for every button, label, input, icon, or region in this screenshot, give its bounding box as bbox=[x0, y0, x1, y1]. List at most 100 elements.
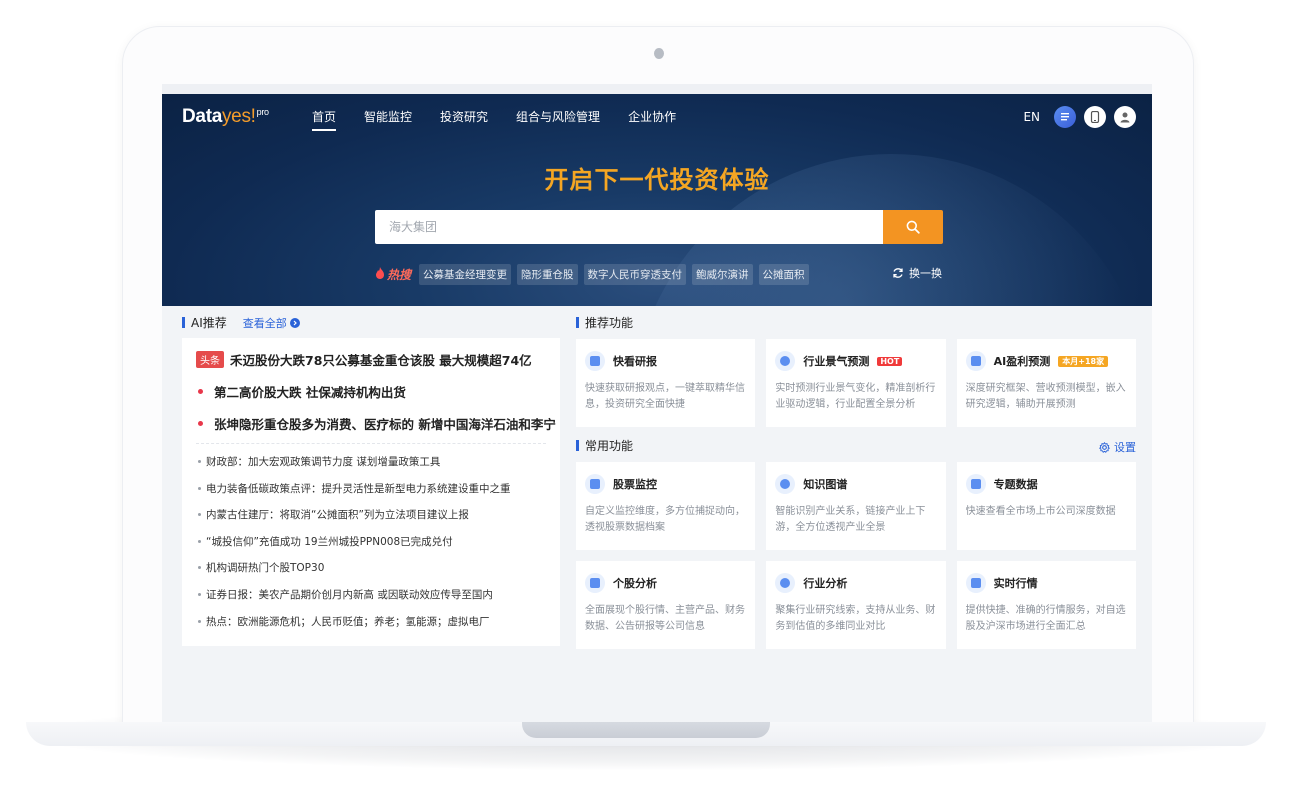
graph-icon bbox=[775, 474, 796, 494]
hot-tag-1[interactable]: 公募基金经理变更 bbox=[419, 264, 512, 285]
headline-text: 禾迈股份大跌78只公募基金重仓该股 最大规模超74亿 bbox=[230, 353, 532, 368]
feature-card-industry-forecast[interactable]: 行业景气预测 HOT 实时预测行业景气变化，精准剖析行业驱动逻辑，行业配置全景分析 bbox=[766, 339, 946, 427]
news-item[interactable]: 内蒙古住建厅：将取消“公摊面积”列为立法项目建议上报 bbox=[196, 507, 546, 522]
top-right-tools: EN bbox=[1023, 106, 1136, 128]
logo-sup: pro bbox=[256, 106, 269, 117]
news-text: 热点：欧洲能源危机；人民币贬值；养老；氢能源；虚拟电厂 bbox=[206, 615, 490, 628]
search-button[interactable] bbox=[883, 210, 943, 244]
settings-label: 设置 bbox=[1114, 441, 1136, 454]
hot-tag-5[interactable]: 公摊面积 bbox=[758, 264, 809, 285]
news-text: 财政部：加大宏观政策调节力度 谋划增量政策工具 bbox=[206, 456, 441, 468]
feature-card-ai-profit[interactable]: AI盈利预测 本月+18家 深度研究框架、营收预测模型，嵌入研究逻辑，辅助开展预测 bbox=[956, 339, 1136, 427]
logo-accent: yes! bbox=[221, 106, 256, 127]
database-icon bbox=[965, 474, 986, 494]
bullet-dot bbox=[198, 389, 203, 394]
search-icon bbox=[906, 220, 920, 234]
feature-card-stock-analysis[interactable]: 个股分析 全面展现个股行情、主营产品、财务数据、公告研报等公司信息 bbox=[576, 561, 756, 649]
divider bbox=[196, 443, 546, 444]
language-switch[interactable]: EN bbox=[1023, 110, 1040, 124]
user-avatar-icon[interactable] bbox=[1114, 106, 1136, 128]
refresh-icon bbox=[893, 268, 903, 278]
bar-chart-icon bbox=[585, 573, 605, 593]
news-item[interactable]: 证券日报：美农产品期价创月内新高 或因联动效应传导至国内 bbox=[196, 587, 546, 602]
news-text: “城投信仰”充值成功 19兰州城投PPN008已完成兑付 bbox=[206, 535, 453, 548]
mobile-icon[interactable] bbox=[1084, 106, 1106, 128]
hot-tag-3[interactable]: 数字人民币穿透支付 bbox=[583, 264, 687, 285]
card-desc: 聚集行业研究线索，支持从业务、财务到估值的多维同业对比 bbox=[775, 605, 936, 632]
hero-title: 开启下一代投资体验 bbox=[544, 166, 770, 194]
card-title: 知识图谱 bbox=[803, 478, 848, 491]
feature-card-stock-monitor[interactable]: 股票监控 自定义监控维度，多方位捕捉动向，透视股票数据档案 bbox=[576, 462, 756, 550]
news-item[interactable]: 电力装备低碳政策点评：提升灵活性是新型电力系统建设重中之重 bbox=[196, 481, 546, 496]
bullet-dot bbox=[198, 592, 201, 596]
highlight-news[interactable]: 第二高价股大跌 社保减持机构出货 bbox=[196, 382, 546, 401]
view-all-link[interactable]: 查看全部 bbox=[243, 315, 300, 331]
nav-monitor[interactable]: 智能监控 bbox=[364, 108, 412, 131]
ai-section-title: AI推荐 bbox=[191, 316, 227, 330]
hot-search-title: 热搜 bbox=[387, 268, 412, 282]
assistant-icon[interactable] bbox=[1054, 106, 1076, 128]
common-section-header: 常用功能 设置 bbox=[576, 437, 1136, 454]
gear-icon bbox=[1099, 441, 1110, 453]
settings-button[interactable]: 设置 bbox=[1099, 439, 1136, 455]
nav-portfolio[interactable]: 组合与风险管理 bbox=[516, 108, 600, 131]
bullet-dot bbox=[198, 460, 201, 463]
nav-enterprise[interactable]: 企业协作 bbox=[628, 108, 676, 131]
hot-tag-2[interactable]: 隐形重仓股 bbox=[517, 264, 578, 285]
hot-badge: HOT bbox=[877, 356, 903, 366]
common-title: 常用功能 bbox=[585, 439, 634, 453]
bullet-dot bbox=[198, 619, 201, 623]
hero-banner: Datayes!pro 首页 智能监控 投资研究 组合与风险管理 企业协作 EN… bbox=[162, 94, 1152, 306]
card-title: 股票监控 bbox=[613, 478, 657, 491]
refresh-button[interactable]: 换一换 bbox=[892, 265, 942, 281]
card-desc: 快速查看全市场上市公司深度数据 bbox=[965, 506, 1116, 517]
feature-card-special-data[interactable]: 专题数据 快速查看全市场上市公司深度数据 bbox=[956, 462, 1136, 550]
main-nav: 首页 智能监控 投资研究 组合与风险管理 企业协作 bbox=[312, 108, 676, 131]
chevron-right-icon bbox=[289, 317, 300, 328]
card-desc: 快速获取研报观点，一键萃取精华信息，投资研究全面快捷 bbox=[585, 383, 745, 410]
feature-card-realtime-quotes[interactable]: 实时行情 提供快捷、准确的行情服务，对自选股及沪深市场进行全面汇总 bbox=[956, 561, 1136, 649]
doc-icon bbox=[585, 351, 605, 371]
section-marker bbox=[576, 440, 579, 451]
bullet-dot bbox=[198, 486, 201, 490]
app-screen: Datayes!pro 首页 智能监控 投资研究 组合与风险管理 企业协作 EN… bbox=[162, 84, 1152, 722]
flame-icon bbox=[375, 267, 385, 282]
highlight-text: 张坤隐形重仓股多为消费、医疗标的 新增中国海洋石油和李宁 bbox=[214, 417, 556, 432]
card-title: 实时行情 bbox=[993, 577, 1038, 590]
section-marker bbox=[182, 317, 185, 328]
news-item[interactable]: “城投信仰”充值成功 19兰州城投PPN008已完成兑付 bbox=[196, 534, 546, 549]
card-title: 个股分析 bbox=[613, 577, 657, 590]
logo-text: Data bbox=[182, 106, 222, 127]
card-title: 行业景气预测 bbox=[803, 355, 870, 368]
news-item[interactable]: 财政部：加大宏观政策调节力度 谋划增量政策工具 bbox=[196, 454, 546, 469]
view-all-label: 查看全部 bbox=[242, 316, 287, 330]
headline-news[interactable]: 头条 禾迈股份大跌78只公募基金重仓该股 最大规模超74亿 bbox=[196, 350, 546, 369]
recommended-cards: 快看研报 快速获取研报观点，一键萃取精华信息，投资研究全面快捷 行业景气预测 HO… bbox=[576, 339, 1136, 427]
card-desc: 实时预测行业景气变化，精准剖析行业驱动逻辑，行业配置全景分析 bbox=[775, 383, 936, 410]
bullet-dot bbox=[198, 566, 201, 570]
news-text: 机构调研热门个股TOP30 bbox=[206, 562, 325, 575]
bullet-dot bbox=[198, 421, 203, 426]
feature-card-quick-report[interactable]: 快看研报 快速获取研报观点，一键萃取精华信息，投资研究全面快捷 bbox=[576, 339, 756, 427]
nav-research[interactable]: 投资研究 bbox=[440, 108, 488, 131]
news-text: 电力装备低碳政策点评：提升灵活性是新型电力系统建设重中之重 bbox=[206, 482, 511, 495]
common-cards-row-1: 股票监控 自定义监控维度，多方位捕捉动向，透视股票数据档案 知识图谱 智能识别产… bbox=[576, 462, 1136, 550]
industry-icon bbox=[775, 573, 796, 593]
hot-tag-4[interactable]: 鲍威尔演讲 bbox=[692, 264, 753, 285]
nav-home[interactable]: 首页 bbox=[312, 108, 337, 131]
news-card: 头条 禾迈股份大跌78只公募基金重仓该股 最大规模超74亿 第二高价股大跌 社保… bbox=[182, 338, 560, 646]
card-desc: 自定义监控维度，多方位捕捉动向，透视股票数据档案 bbox=[585, 506, 745, 533]
feature-card-industry-analysis[interactable]: 行业分析 聚集行业研究线索，支持从业务、财务到估值的多维同业对比 bbox=[766, 561, 946, 649]
news-item[interactable]: 机构调研热门个股TOP30 bbox=[196, 560, 546, 575]
section-marker bbox=[576, 317, 579, 328]
news-item[interactable]: 热点：欧洲能源危机；人民币贬值；养老；氢能源；虚拟电厂 bbox=[196, 614, 546, 629]
news-text: 证券日报：美农产品期价创月内新高 或因联动效应传导至国内 bbox=[206, 588, 493, 601]
ai-section-header: AI推荐 查看全部 bbox=[182, 314, 560, 331]
hot-search-row: 热搜 公募基金经理变更 隐形重仓股 数字人民币穿透支付 鲍威尔演讲 公摊面积 bbox=[375, 264, 809, 285]
laptop-notch bbox=[522, 722, 770, 738]
recommended-section-header: 推荐功能 bbox=[576, 314, 1136, 331]
search-input[interactable] bbox=[375, 210, 883, 244]
feature-card-knowledge-graph[interactable]: 知识图谱 智能识别产业关系，链接产业上下游，全方位透视产业全景 bbox=[766, 462, 946, 550]
highlight-news[interactable]: 张坤隐形重仓股多为消费、医疗标的 新增中国海洋石油和李宁 bbox=[196, 414, 556, 433]
logo[interactable]: Datayes!pro bbox=[182, 106, 269, 128]
